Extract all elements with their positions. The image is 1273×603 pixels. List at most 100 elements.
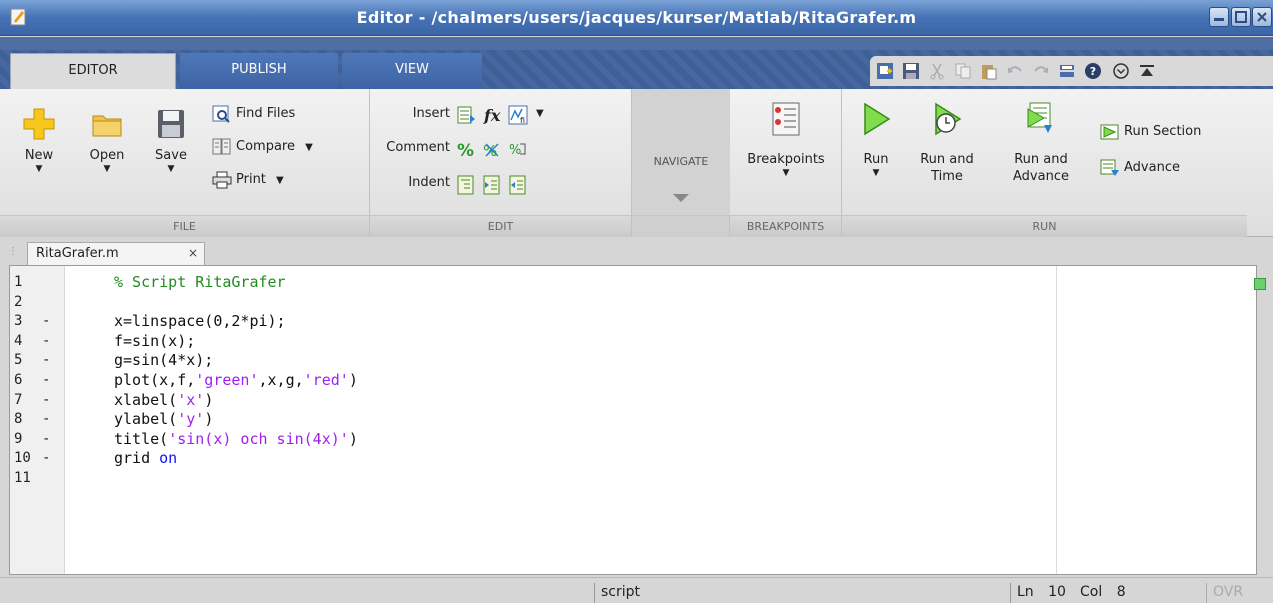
line-number: 1 (14, 274, 23, 290)
code-token: plot(x,f, (114, 371, 196, 389)
save-button[interactable]: Save ▼ (148, 107, 194, 174)
breakpoints-section-label: BREAKPOINTS (730, 215, 841, 237)
run-section-label-footer: RUN (842, 215, 1247, 237)
compare-icon (212, 138, 231, 154)
code-editor[interactable]: 1 % Script RitaGrafer 2 3 - x=linspace(0,2*pi… (9, 265, 1257, 575)
close-window-button[interactable] (1252, 7, 1272, 27)
cut-icon[interactable] (928, 62, 946, 80)
code-token: xlabel( (114, 390, 178, 409)
chevron-down-icon: ▼ (305, 142, 313, 153)
paste-icon[interactable] (980, 62, 998, 80)
minimize-button[interactable] (1209, 7, 1229, 27)
run-and-time-button[interactable]: Run and Time (916, 101, 978, 185)
code-token: 'green' (195, 371, 259, 389)
open-button[interactable]: Open ▼ (80, 107, 134, 174)
overwrite-indicator: OVR (1206, 583, 1258, 603)
breakpoints-icon (772, 102, 800, 136)
new-label: New (24, 148, 54, 163)
run-and-time-icon (935, 102, 962, 136)
run-section: Run ▼ Run and Time Run and Advance Run S… (842, 89, 1247, 237)
code-token: ) (204, 410, 214, 429)
svg-text:fi: fi (520, 116, 525, 125)
comment-icon[interactable]: % (456, 140, 476, 160)
line-value: 10 (1048, 584, 1066, 600)
compare-button[interactable]: Compare ▼ (212, 136, 313, 158)
advance-icon (1100, 159, 1119, 176)
executable-line-marker[interactable]: - (42, 410, 50, 429)
tab-publish[interactable]: PUBLISH (180, 53, 338, 89)
increase-indent-icon[interactable] (482, 175, 502, 195)
save-icon[interactable] (902, 62, 920, 80)
status-line: Ln 10 (1010, 583, 1074, 603)
edit-section: Insert Comment Indent fx fi ▼ % % % EDIT (370, 89, 632, 237)
wrap-comments-icon[interactable]: % (508, 140, 528, 160)
chevron-down-icon[interactable]: ▼ (536, 108, 544, 119)
line-number: 3 (14, 313, 23, 330)
print-button[interactable]: Print ▼ (212, 169, 284, 191)
run-and-time-label-1: Run and (920, 152, 974, 167)
executable-line-marker[interactable]: - (42, 351, 50, 370)
tab-view[interactable]: VIEW (342, 53, 482, 89)
line-number: 6 (14, 372, 23, 388)
chevron-down-icon: ▼ (167, 164, 175, 174)
printer-icon (212, 171, 232, 188)
executable-line-marker[interactable]: - (42, 371, 50, 390)
run-section-icon (1100, 124, 1119, 139)
drag-handle-icon[interactable]: ⋮ (8, 246, 18, 257)
run-and-time-label-2: Time (931, 169, 963, 184)
line-number: 4 (14, 332, 23, 349)
executable-line-marker[interactable]: - (42, 391, 50, 410)
find-files-button[interactable]: Find Files (212, 103, 295, 125)
compare-label: Compare (236, 139, 295, 154)
maximize-button[interactable] (1231, 7, 1251, 27)
options-dropdown-icon[interactable] (1112, 62, 1130, 80)
uncomment-icon[interactable]: % (482, 140, 502, 160)
breakpoints-button[interactable]: Breakpoints ▼ (732, 101, 840, 178)
switch-windows-icon[interactable] (1058, 62, 1076, 80)
code-token: % Script RitaGrafer (114, 273, 286, 291)
chevron-down-icon: ▼ (782, 168, 790, 178)
document-tab-ritagrafer[interactable]: RitaGrafer.m × (27, 242, 205, 265)
code-analyzer-indicator[interactable] (1254, 278, 1266, 290)
toolstrip: New ▼ Open ▼ Save ▼ Find Files Compare ▼… (0, 89, 1273, 237)
run-and-advance-button[interactable]: Run and Advance (1008, 101, 1074, 185)
help-icon[interactable]: ? (1084, 62, 1102, 80)
code-token: ) (348, 429, 358, 448)
smart-indent-icon[interactable] (456, 175, 476, 195)
run-and-advance-icon (1027, 102, 1052, 133)
executable-line-marker[interactable]: - (42, 332, 50, 351)
save-label: Save (155, 148, 187, 163)
decrease-indent-icon[interactable] (508, 175, 528, 195)
minimize-toolstrip-icon[interactable] (1138, 62, 1156, 80)
code-token: f=sin(x); (114, 331, 196, 350)
insert-plot-icon[interactable]: fi (508, 105, 528, 125)
line-number: 7 (14, 391, 23, 408)
executable-line-marker[interactable]: - (42, 312, 50, 331)
chevron-down-icon: ▼ (103, 164, 111, 174)
executable-line-marker[interactable]: - (42, 449, 50, 468)
navigate-label: NAVIGATE (653, 155, 709, 168)
column-label: Col (1080, 584, 1103, 600)
insert-section-icon[interactable] (456, 105, 476, 125)
insert-function-icon[interactable]: fx (482, 105, 502, 125)
chevron-down-icon (673, 194, 689, 202)
advance-button[interactable]: Advance (1100, 157, 1180, 179)
toolstrip-tabs: EDITOR PUBLISH VIEW ? (0, 37, 1273, 90)
new-script-icon[interactable] (876, 62, 894, 80)
tab-editor[interactable]: EDITOR (10, 53, 176, 89)
open-label: Open (89, 148, 125, 163)
run-section-button[interactable]: Run Section (1100, 121, 1201, 143)
undo-icon[interactable] (1006, 62, 1024, 80)
file-section: New ▼ Open ▼ Save ▼ Find Files Compare ▼… (0, 89, 370, 237)
executable-line-marker[interactable]: - (42, 430, 50, 449)
code-token: title( (114, 429, 169, 448)
line-number: 8 (14, 411, 23, 428)
copy-icon[interactable] (954, 62, 972, 80)
redo-icon[interactable] (1032, 62, 1050, 80)
code-text: xlabel('x') (114, 391, 213, 410)
new-button[interactable]: New ▼ (16, 107, 62, 174)
comment-label: Comment (386, 140, 450, 155)
close-tab-icon[interactable]: × (188, 243, 198, 264)
navigate-section[interactable]: NAVIGATE (632, 89, 730, 237)
run-button[interactable]: Run ▼ (854, 101, 898, 178)
